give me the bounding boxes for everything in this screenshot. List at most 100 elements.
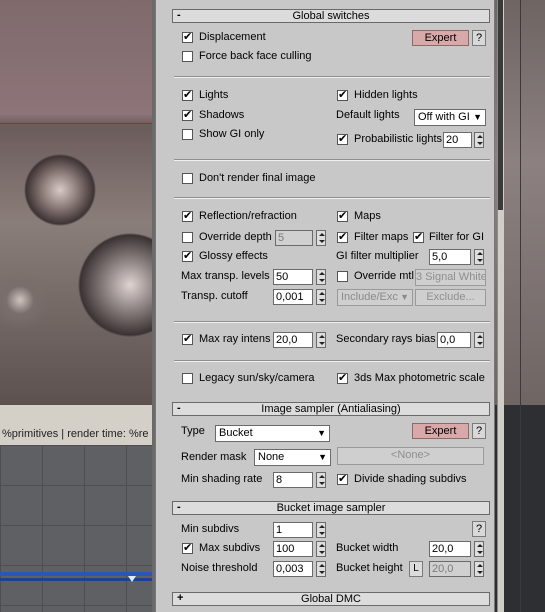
sampler-type-dropdown[interactable]: Bucket ▼ xyxy=(215,425,330,442)
expert-button[interactable]: Expert xyxy=(412,423,469,439)
bucket-width-field[interactable]: 20,0 xyxy=(429,541,471,557)
rollout-title: Global DMC xyxy=(301,593,361,605)
probabilistic-lights-label: Probabilistic lights xyxy=(354,133,443,145)
show-gi-only-checkbox[interactable] xyxy=(182,129,193,140)
include-exclude-dropdown[interactable]: Include/Exc ▼ xyxy=(337,289,413,306)
override-mtl-button[interactable]: 3 Signal White xyxy=(415,269,486,286)
max-ray-intens-label: Max ray intens xyxy=(199,333,271,345)
max-ray-intens-spinner[interactable] xyxy=(316,332,326,348)
secondary-rays-bias-field[interactable]: 0,0 xyxy=(437,332,471,348)
transp-cutoff-field[interactable]: 0,001 xyxy=(273,289,313,305)
override-depth-spinner[interactable] xyxy=(316,230,326,246)
lock-button[interactable]: L xyxy=(409,561,423,577)
bucket-height-field[interactable]: 20,0 xyxy=(429,561,471,577)
bucket-height-spinner[interactable] xyxy=(474,561,484,577)
filter-for-gi-label: Filter for GI xyxy=(429,231,485,243)
show-gi-only-label: Show GI only xyxy=(199,128,265,140)
max-transp-levels-spinner[interactable] xyxy=(316,269,326,285)
override-mtl-checkbox[interactable] xyxy=(337,271,348,282)
probabilistic-lights-spinner[interactable] xyxy=(474,132,484,148)
transp-cutoff-spinner[interactable] xyxy=(316,289,326,305)
min-shading-rate-field[interactable]: 8 xyxy=(273,472,313,488)
divide-shading-subdivs-checkbox[interactable] xyxy=(337,472,348,486)
hidden-lights-label: Hidden lights xyxy=(354,89,418,101)
probabilistic-lights-checkbox[interactable] xyxy=(337,132,348,146)
exclude-button[interactable]: Exclude... xyxy=(415,289,486,306)
max-subdivs-field[interactable]: 100 xyxy=(273,541,313,557)
legacy-sun-checkbox[interactable] xyxy=(182,373,193,384)
default-lights-label: Default lights xyxy=(336,109,400,121)
rollout-title: Image sampler (Antialiasing) xyxy=(261,403,401,415)
filter-maps-checkbox[interactable] xyxy=(337,230,348,244)
render-mask-none-button[interactable]: <None> xyxy=(337,447,484,465)
rollout-global-dmc[interactable]: + Global DMC xyxy=(172,592,490,606)
expert-button[interactable]: Expert xyxy=(412,30,469,46)
help-button[interactable]: ? xyxy=(472,423,486,439)
min-subdivs-spinner[interactable] xyxy=(316,522,326,538)
max-transp-levels-field[interactable]: 50 xyxy=(273,269,313,285)
probabilistic-lights-field[interactable]: 20 xyxy=(443,132,472,148)
default-lights-dropdown[interactable]: Off with GI ▼ xyxy=(414,109,486,126)
min-shading-rate-spinner[interactable] xyxy=(316,472,326,488)
max-ray-intens-checkbox[interactable] xyxy=(182,332,193,346)
chevron-down-icon: ▼ xyxy=(400,292,409,302)
photometric-scale-checkbox[interactable] xyxy=(337,371,348,385)
override-depth-checkbox[interactable] xyxy=(182,232,193,243)
chevron-down-icon: ▼ xyxy=(473,112,482,122)
filter-for-gi-checkbox[interactable] xyxy=(413,230,424,244)
render-viewport[interactable] xyxy=(0,0,152,405)
gi-filter-multiplier-spinner[interactable] xyxy=(474,249,484,265)
reflection-refraction-checkbox[interactable] xyxy=(182,209,193,223)
include-exclude-value: Include/Exc xyxy=(341,291,398,303)
group-divider xyxy=(174,159,490,161)
help-button[interactable]: ? xyxy=(472,30,486,46)
group-divider xyxy=(174,360,490,362)
displacement-checkbox[interactable] xyxy=(182,30,193,44)
min-subdivs-label: Min subdivs xyxy=(181,523,240,535)
render-mask-dropdown[interactable]: None ▼ xyxy=(254,449,331,466)
dont-render-final-checkbox[interactable] xyxy=(182,173,193,184)
help-button[interactable]: ? xyxy=(472,521,486,537)
dont-render-final-label: Don't render final image xyxy=(199,172,316,184)
rollout-bucket-sampler[interactable]: - Bucket image sampler xyxy=(172,501,490,515)
displacement-label: Displacement xyxy=(199,31,266,43)
max-ray-intens-field[interactable]: 20,0 xyxy=(273,332,313,348)
lights-checkbox[interactable] xyxy=(182,88,193,102)
rollout-image-sampler[interactable]: - Image sampler (Antialiasing) xyxy=(172,402,490,416)
noise-threshold-label: Noise threshold xyxy=(181,562,258,574)
override-mtl-label: Override mtl xyxy=(354,270,414,282)
override-depth-label: Override depth xyxy=(199,231,272,243)
max-subdivs-spinner[interactable] xyxy=(316,541,326,557)
divider-line xyxy=(520,0,521,612)
secondary-rays-bias-label: Secondary rays bias xyxy=(336,333,436,345)
time-slider-marker-icon[interactable] xyxy=(128,576,136,582)
group-divider xyxy=(174,321,490,323)
noise-threshold-field[interactable]: 0,003 xyxy=(273,561,313,577)
max-subdivs-checkbox[interactable] xyxy=(182,541,193,555)
gi-filter-multiplier-field[interactable]: 5,0 xyxy=(429,249,471,265)
bucket-height-label: Bucket height xyxy=(336,562,403,574)
override-depth-field[interactable]: 5 xyxy=(275,230,313,246)
sampler-type-label: Type xyxy=(181,425,205,437)
group-divider xyxy=(174,197,490,199)
timeline-area[interactable] xyxy=(0,445,152,612)
reflection-refraction-label: Reflection/refraction xyxy=(199,210,297,222)
bucket-width-spinner[interactable] xyxy=(474,541,484,557)
secondary-rays-bias-spinner[interactable] xyxy=(474,332,484,348)
rollout-title: Bucket image sampler xyxy=(276,502,386,514)
filter-maps-label: Filter maps xyxy=(354,231,409,243)
force-back-face-culling-checkbox[interactable] xyxy=(182,51,193,62)
rollout-global-switches[interactable]: - Global switches xyxy=(172,9,490,23)
chevron-down-icon: ▼ xyxy=(318,452,327,462)
glossy-effects-checkbox[interactable] xyxy=(182,249,193,263)
render-mask-label: Render mask xyxy=(181,451,247,463)
shadows-checkbox[interactable] xyxy=(182,108,193,122)
noise-threshold-spinner[interactable] xyxy=(316,561,326,577)
glossy-effects-label: Glossy effects xyxy=(199,250,268,262)
hidden-lights-checkbox[interactable] xyxy=(337,88,348,102)
render-mask-value: None xyxy=(258,451,285,463)
maps-checkbox[interactable] xyxy=(337,209,348,223)
max-transp-levels-label: Max transp. levels xyxy=(181,270,270,282)
min-subdivs-field[interactable]: 1 xyxy=(273,522,313,538)
panel-scroll-thumb[interactable] xyxy=(498,0,503,210)
